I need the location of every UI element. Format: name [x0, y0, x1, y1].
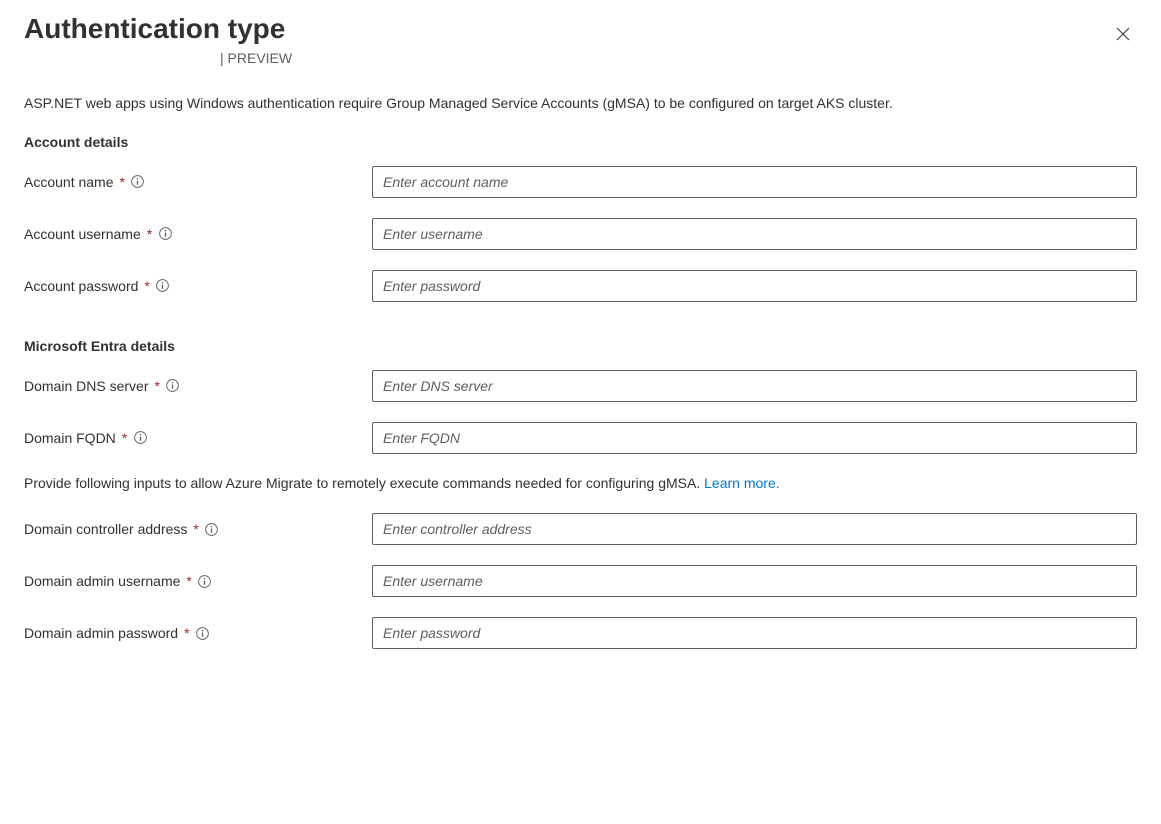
- info-icon[interactable]: [196, 626, 210, 640]
- domain-controller-address-row: Domain controller address *: [24, 513, 1137, 545]
- required-indicator: *: [184, 625, 189, 641]
- required-indicator: *: [186, 573, 191, 589]
- domain-admin-username-input[interactable]: [372, 565, 1137, 597]
- domain-admin-username-label: Domain admin username *: [24, 573, 372, 589]
- domain-fqdn-row: Domain FQDN *: [24, 422, 1137, 454]
- required-indicator: *: [154, 378, 159, 394]
- info-icon[interactable]: [205, 522, 219, 536]
- account-name-label: Account name *: [24, 174, 372, 190]
- domain-dns-server-row: Domain DNS server *: [24, 370, 1137, 402]
- entra-details-heading: Microsoft Entra details: [24, 338, 1137, 354]
- domain-admin-password-label: Domain admin password *: [24, 625, 372, 641]
- authentication-type-panel: Authentication type | PREVIEW ASP.NET we…: [0, 0, 1161, 693]
- account-name-input[interactable]: [372, 166, 1137, 198]
- info-icon[interactable]: [166, 379, 180, 393]
- domain-controller-address-input[interactable]: [372, 513, 1137, 545]
- info-icon[interactable]: [158, 227, 172, 241]
- info-icon[interactable]: [131, 175, 145, 189]
- required-indicator: *: [122, 430, 127, 446]
- account-username-input[interactable]: [372, 218, 1137, 250]
- required-indicator: *: [147, 226, 152, 242]
- page-title: Authentication type: [24, 12, 285, 46]
- info-icon[interactable]: [198, 574, 212, 588]
- account-password-row: Account password *: [24, 270, 1137, 302]
- account-password-label: Account password *: [24, 278, 372, 294]
- domain-dns-server-input[interactable]: [372, 370, 1137, 402]
- close-icon: [1115, 26, 1131, 42]
- info-icon[interactable]: [156, 279, 170, 293]
- info-icon[interactable]: [133, 431, 147, 445]
- required-indicator: *: [193, 521, 198, 537]
- domain-admin-password-row: Domain admin password *: [24, 617, 1137, 649]
- gmsa-help-text: Provide following inputs to allow Azure …: [24, 474, 1137, 494]
- account-details-heading: Account details: [24, 134, 1137, 150]
- account-name-row: Account name *: [24, 166, 1137, 198]
- domain-dns-server-label: Domain DNS server *: [24, 378, 372, 394]
- close-button[interactable]: [1109, 20, 1137, 48]
- preview-subtitle: | PREVIEW: [24, 50, 1137, 66]
- domain-admin-password-input[interactable]: [372, 617, 1137, 649]
- domain-controller-address-label: Domain controller address *: [24, 521, 372, 537]
- panel-header: Authentication type: [24, 12, 1137, 48]
- required-indicator: *: [120, 174, 125, 190]
- learn-more-link[interactable]: Learn more.: [704, 475, 779, 491]
- required-indicator: *: [144, 278, 149, 294]
- domain-admin-username-row: Domain admin username *: [24, 565, 1137, 597]
- domain-fqdn-label: Domain FQDN *: [24, 430, 372, 446]
- domain-fqdn-input[interactable]: [372, 422, 1137, 454]
- panel-description: ASP.NET web apps using Windows authentic…: [24, 94, 1137, 114]
- account-username-row: Account username *: [24, 218, 1137, 250]
- account-username-label: Account username *: [24, 226, 372, 242]
- account-password-input[interactable]: [372, 270, 1137, 302]
